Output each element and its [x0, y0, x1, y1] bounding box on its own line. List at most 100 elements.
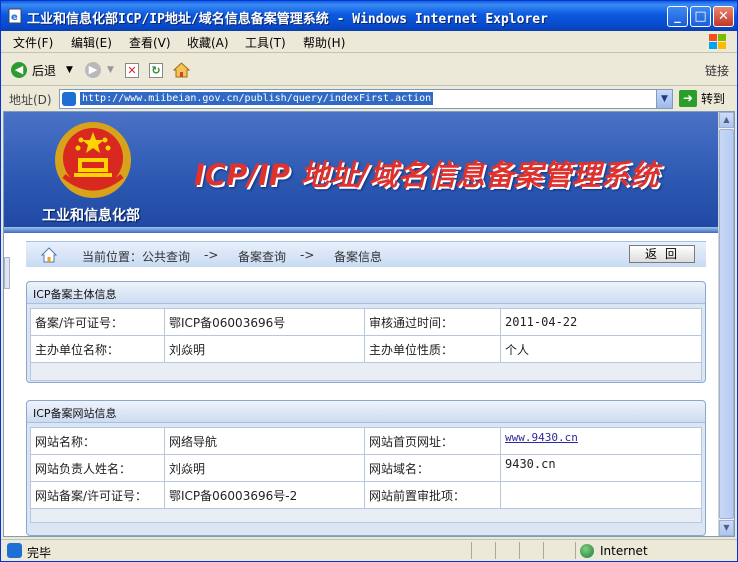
breadcrumb-home-icon — [40, 247, 58, 263]
windows-logo-icon — [709, 34, 726, 49]
address-input[interactable]: http://www.miibeian.gov.cn/publish/query… — [59, 89, 673, 109]
field-label: 审核通过时间： — [364, 308, 501, 336]
menu-edit[interactable]: 编辑(E) — [71, 34, 112, 51]
icp-subject-panel: ICP备案主体信息 备案/许可证号： 鄂ICP备06003696号 审核通过时间… — [26, 281, 706, 383]
field-label: 网站备案/许可证号： — [30, 481, 165, 509]
status-divider — [495, 542, 496, 559]
breadcrumb-separator: -> — [204, 248, 219, 262]
home-button[interactable] — [173, 61, 190, 79]
ie-document-icon: e — [8, 8, 22, 24]
menu-view[interactable]: 查看(V) — [129, 34, 171, 51]
scroll-down-icon[interactable]: ▼ — [719, 520, 734, 536]
table-row: 备案/许可证号： 鄂ICP备06003696号 审核通过时间： 2011-04-… — [30, 308, 702, 336]
refresh-icon: ↻ — [149, 62, 163, 78]
field-value — [500, 481, 702, 509]
stop-button[interactable]: ✕ — [125, 61, 139, 79]
panel-title: ICP备案网站信息 — [27, 401, 705, 423]
ministry-name: 工业和信息化部 — [42, 208, 140, 224]
field-label: 网站负责人姓名： — [30, 454, 165, 482]
system-title: ICP/IP 地址/域名信息备案管理系统 — [194, 158, 659, 192]
panel-title: ICP备案主体信息 — [27, 282, 705, 304]
forward-dropdown-icon[interactable]: ▼ — [107, 65, 114, 75]
zone-label: Internet — [600, 543, 648, 558]
field-label: 主办单位性质： — [364, 335, 501, 363]
status-bar: 完毕 Internet — [1, 539, 737, 561]
svg-text:e: e — [11, 12, 18, 23]
refresh-button[interactable]: ↻ — [149, 61, 163, 79]
field-label: 主办单位名称： — [30, 335, 165, 363]
site-banner: 工业和信息化部 ICP/IP 地址/域名信息备案管理系统 — [4, 112, 719, 233]
breadcrumb: 当前位置：公共查询 -> 备案查询 -> 备案信息 返回 — [26, 241, 706, 267]
back-dropdown-icon[interactable]: ▼ — [66, 65, 73, 75]
website-homepage-link[interactable]: www.9430.cn — [505, 431, 578, 444]
website-info-table: 网站名称： 网络导航 网站首页网址： www.9430.cn 网站负责人姓名： … — [30, 427, 702, 523]
subject-info-table: 备案/许可证号： 鄂ICP备06003696号 审核通过时间： 2011-04-… — [30, 308, 702, 381]
page-icon — [62, 92, 76, 106]
table-row: 主办单位名称： 刘焱明 主办单位性质： 个人 — [30, 335, 702, 363]
banner-stripe — [4, 227, 719, 233]
table-row: 网站名称： 网络导航 网站首页网址： www.9430.cn — [30, 427, 702, 455]
go-arrow-icon: ➜ — [679, 90, 697, 107]
back-label: 后退 — [32, 63, 57, 78]
breadcrumb-item-info: 备案信息 — [334, 250, 383, 264]
page-done-icon — [7, 543, 22, 558]
page-content: 工业和信息化部 ICP/IP 地址/域名信息备案管理系统 当前位置：公共查询 -… — [3, 111, 735, 537]
forward-button[interactable]: ▶ ▼ — [85, 61, 114, 79]
field-value: 网络导航 — [164, 427, 365, 455]
back-arrow-icon: ◀ — [11, 62, 27, 78]
table-row: 网站备案/许可证号： 鄂ICP备06003696号-2 网站前置审批项： — [30, 481, 702, 509]
links-toolbar[interactable]: 链接 — [705, 62, 729, 79]
national-emblem-icon — [55, 122, 131, 198]
menu-file[interactable]: 文件(F) — [13, 34, 53, 51]
back-page-button[interactable]: 返回 — [629, 245, 695, 263]
status-divider — [471, 542, 472, 559]
address-bar: 地址(D) http://www.miibeian.gov.cn/publish… — [1, 87, 737, 111]
back-button[interactable]: ◀ 后退 ▼ — [11, 61, 73, 79]
minimize-button[interactable]: _ — [667, 6, 688, 27]
toolbar: ◀ 后退 ▼ ▶ ▼ ✕ ↻ 链接 — [1, 54, 737, 86]
internet-globe-icon — [580, 543, 594, 558]
security-zone[interactable]: Internet — [575, 542, 725, 559]
menu-favorites[interactable]: 收藏(A) — [187, 34, 229, 51]
address-dropdown-icon[interactable]: ▼ — [656, 90, 672, 108]
browser-window: e 工业和信息化部ICP/IP地址/域名信息备案管理系统 - Windows I… — [0, 0, 738, 562]
menu-tools[interactable]: 工具(T) — [245, 34, 286, 51]
field-value: 个人 — [500, 335, 702, 363]
close-button[interactable]: ✕ — [713, 6, 734, 27]
field-label: 备案/许可证号： — [30, 308, 165, 336]
breadcrumb-item-query[interactable]: 备案查询 — [238, 248, 286, 265]
menu-help[interactable]: 帮助(H) — [303, 34, 345, 51]
field-value: www.9430.cn — [500, 427, 702, 455]
table-row-empty — [30, 362, 702, 381]
field-value: 刘焱明 — [164, 335, 365, 363]
field-label: 网站首页网址： — [364, 427, 501, 455]
go-label: 转到 — [701, 92, 726, 106]
sidebar-toggle-handle[interactable] — [4, 257, 10, 289]
breadcrumb-separator: -> — [300, 248, 315, 262]
status-text: 完毕 — [27, 546, 52, 560]
scroll-up-icon[interactable]: ▲ — [719, 112, 734, 128]
field-label: 网站名称： — [30, 427, 165, 455]
vertical-scrollbar[interactable]: ▲ ▼ — [718, 112, 734, 536]
address-url[interactable]: http://www.miibeian.gov.cn/publish/query… — [80, 92, 434, 105]
address-label: 地址(D) — [9, 93, 52, 107]
field-value: 刘焱明 — [164, 454, 365, 482]
breadcrumb-current: 当前位置：公共查询 — [82, 250, 191, 264]
status-divider — [519, 542, 520, 559]
table-row-empty — [30, 508, 702, 523]
field-value: 2011-04-22 — [500, 308, 702, 336]
go-button[interactable]: ➜ 转到 — [679, 90, 725, 107]
table-row: 网站负责人姓名： 刘焱明 网站域名： 9430.cn — [30, 454, 702, 482]
field-value: 鄂ICP备06003696号 — [164, 308, 365, 336]
home-icon — [173, 62, 190, 78]
window-title: 工业和信息化部ICP/IP地址/域名信息备案管理系统 - Windows Int… — [27, 12, 548, 27]
field-value: 鄂ICP备06003696号-2 — [164, 481, 365, 509]
scroll-thumb[interactable] — [719, 129, 734, 519]
status-divider — [543, 542, 544, 559]
stop-icon: ✕ — [125, 62, 139, 78]
field-value: 9430.cn — [500, 454, 702, 482]
field-label: 网站域名： — [364, 454, 501, 482]
icp-website-panel: ICP备案网站信息 网站名称： 网络导航 网站首页网址： www.9430.cn… — [26, 400, 706, 536]
maximize-button[interactable]: □ — [690, 6, 711, 27]
title-bar[interactable]: e 工业和信息化部ICP/IP地址/域名信息备案管理系统 - Windows I… — [1, 1, 737, 31]
